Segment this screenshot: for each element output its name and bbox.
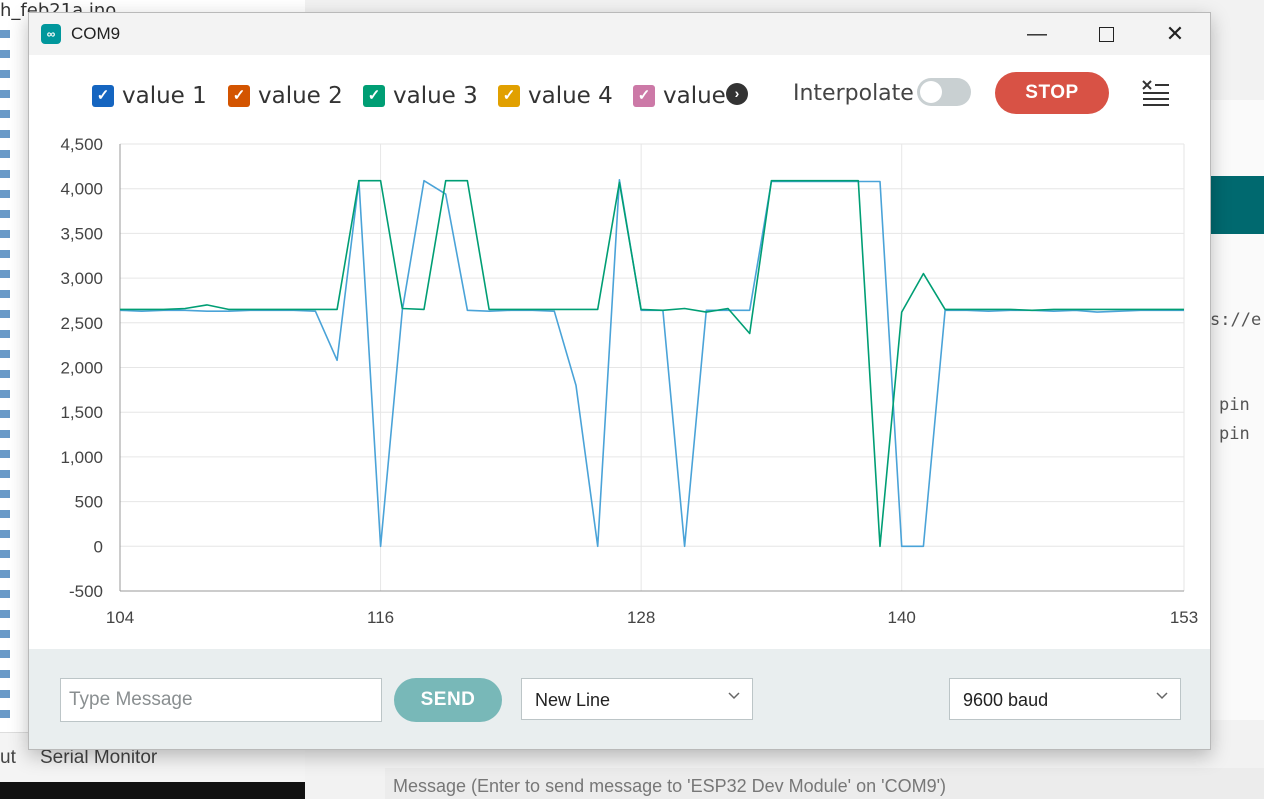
x-tick-label: 140: [888, 608, 916, 627]
checkbox-checked-icon[interactable]: ✓: [363, 85, 385, 107]
checkbox-checked-icon[interactable]: ✓: [92, 85, 114, 107]
ide-teal-panel: [1210, 176, 1264, 234]
x-tick-label: 104: [106, 608, 134, 627]
code-text: s://e: [1210, 310, 1262, 330]
clear-output-icon[interactable]: [1141, 77, 1171, 109]
interpolate-label: Interpolate: [793, 81, 914, 106]
code-text: pin: [1219, 424, 1250, 444]
serial-monitor-tab[interactable]: Serial Monitor: [40, 747, 157, 769]
toggle-knob: [920, 81, 942, 103]
y-tick-label: 2,500: [60, 314, 103, 333]
baud-rate-select[interactable]: 9600 baud: [949, 678, 1181, 720]
y-tick-label: 3,000: [60, 269, 103, 288]
y-tick-label: 3,500: [60, 224, 103, 243]
checkbox-checked-icon[interactable]: ✓: [498, 85, 520, 107]
x-tick-label: 116: [367, 608, 394, 627]
y-tick-label: 4,500: [60, 135, 103, 154]
series-line-1: [119, 178, 1184, 548]
close-button[interactable]: ✕: [1153, 21, 1197, 47]
legend-label: value 3: [393, 83, 478, 109]
baud-rate-value: 9600 baud: [963, 690, 1049, 710]
output-tab[interactable]: ut: [0, 747, 16, 769]
minimize-button[interactable]: —: [1015, 21, 1059, 47]
legend-item-value-5[interactable]: ✓ value: [633, 83, 726, 109]
chevron-down-icon: [728, 692, 740, 700]
line-ending-value: New Line: [535, 690, 611, 710]
serial-plotter-window: ∞ COM9 — ✕ ✓ value 1 ✓ value 2 ✓ value 3…: [28, 12, 1211, 750]
legend-label: value: [663, 83, 726, 109]
title-bar[interactable]: ∞ COM9 — ✕: [29, 13, 1210, 55]
y-tick-label: 0: [94, 537, 103, 556]
legend-item-value-1[interactable]: ✓ value 1: [92, 83, 207, 109]
y-tick-label: 1,500: [60, 403, 103, 422]
y-tick-label: 4,000: [60, 180, 103, 199]
window-title: COM9: [71, 24, 121, 43]
code-text: pin: [1219, 395, 1250, 415]
legend-label: value 1: [122, 83, 207, 109]
legend-label: value 4: [528, 83, 613, 109]
x-tick-label: 153: [1170, 608, 1198, 627]
line-number-gutter: [0, 30, 10, 720]
series-line-2: [120, 179, 1184, 548]
ide-statusbar: [0, 782, 305, 799]
y-tick-label: 500: [75, 493, 103, 512]
ide-message-bar[interactable]: Message (Enter to send message to 'ESP32…: [385, 768, 1264, 799]
y-tick-label: -500: [69, 582, 103, 601]
stop-button[interactable]: STOP: [995, 72, 1109, 114]
chevron-down-icon: [1156, 692, 1168, 700]
y-tick-label: 1,000: [60, 448, 103, 467]
plot-chart: 4,500 4,000 3,500 3,000 2,500 2,000 1,500 1,000…: [60, 135, 1198, 627]
maximize-icon: [1098, 27, 1114, 43]
checkbox-checked-icon[interactable]: ✓: [228, 85, 250, 107]
line-ending-select[interactable]: New Line: [521, 678, 753, 720]
y-tick-label: 2,000: [60, 359, 103, 378]
arduino-infinity-icon: ∞: [41, 24, 61, 44]
x-tick-label: 128: [627, 608, 655, 627]
checkbox-checked-icon[interactable]: ✓: [633, 85, 655, 107]
legend-label: value 2: [258, 83, 343, 109]
legend-item-value-3[interactable]: ✓ value 3: [363, 83, 478, 109]
chevron-right-icon[interactable]: ›: [726, 83, 748, 105]
ide-message-placeholder: Message (Enter to send message to 'ESP32…: [393, 776, 947, 796]
interpolate-toggle[interactable]: [917, 78, 971, 106]
message-input[interactable]: [60, 678, 382, 722]
legend-item-value-4[interactable]: ✓ value 4: [498, 83, 613, 109]
maximize-button[interactable]: [1084, 21, 1128, 47]
send-button[interactable]: SEND: [394, 678, 502, 722]
legend-item-value-2[interactable]: ✓ value 2: [228, 83, 343, 109]
